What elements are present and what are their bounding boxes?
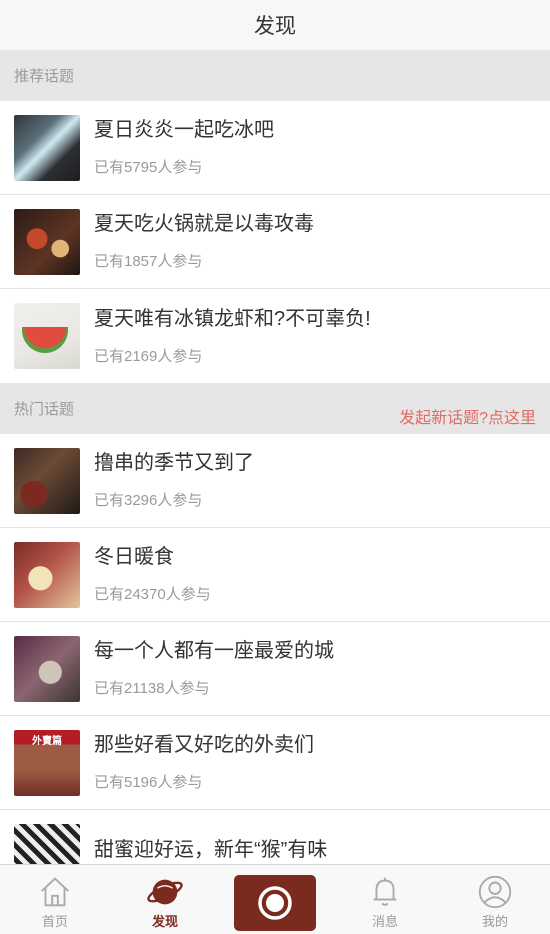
topic-item[interactable]: 夏天吃火锅就是以毒攻毒 已有1857人参与	[0, 195, 550, 289]
topic-thumbnail	[14, 114, 80, 181]
topic-thumbnail	[14, 303, 80, 369]
user-icon	[478, 875, 512, 909]
tab-camera[interactable]	[220, 865, 330, 934]
topic-item[interactable]: 夏天唯有冰镇龙虾和?不可辜负! 已有2169人参与	[0, 289, 550, 383]
topic-participant-count: 已有2169人参与	[94, 347, 203, 365]
topic-thumbnail	[14, 635, 80, 702]
topic-thumbnail	[14, 208, 80, 275]
recommended-section-header: 推荐话题	[0, 50, 550, 101]
camera-icon	[258, 886, 292, 920]
recommended-topic-list: 夏日炎炎一起吃冰吧 已有5795人参与 夏天吃火锅就是以毒攻毒 已有1857人参…	[0, 101, 550, 383]
bottom-tab-bar: 首页 发现 消息 我的	[0, 864, 550, 934]
tab-discover-label: 发现	[151, 914, 178, 929]
page-title: 发现	[254, 15, 296, 38]
topic-thumbnail	[14, 541, 80, 608]
tab-messages-label: 消息	[371, 914, 398, 929]
topic-title: 那些好看又好吃的外卖们	[94, 734, 314, 756]
planet-icon	[147, 879, 183, 905]
topic-title: 甜蜜迎好运，新年“猴”有味	[94, 839, 328, 861]
camera-button[interactable]	[234, 875, 316, 931]
topic-participant-count: 已有24370人参与	[94, 586, 211, 603]
topic-title: 撸串的季节又到了	[94, 452, 254, 474]
recommended-label: 推荐话题	[14, 68, 75, 85]
topic-participant-count: 已有3296人参与	[94, 492, 203, 509]
tab-home[interactable]: 首页	[0, 865, 110, 934]
topic-title: 夏日炎炎一起吃冰吧	[94, 119, 274, 141]
topic-title: 冬日暖食	[94, 546, 174, 568]
topic-participant-count: 已有5795人参与	[94, 159, 203, 176]
tab-home-label: 首页	[41, 914, 68, 929]
thumbnail-caption: 外賣篇	[32, 735, 62, 747]
topic-item[interactable]: 外賣篇 那些好看又好吃的外卖们 已有5196人参与	[0, 716, 550, 810]
hot-section-header: 热门话题 发起新话题?点这里	[0, 383, 550, 434]
tab-mine[interactable]: 我的	[440, 865, 550, 934]
tab-discover[interactable]: 发现	[110, 865, 220, 934]
new-topic-link[interactable]: 发起新话题?点这里	[399, 404, 536, 428]
topic-title: 每一个人都有一座最爱的城	[94, 640, 334, 662]
topic-item[interactable]: 夏日炎炎一起吃冰吧 已有5795人参与	[0, 101, 550, 195]
bell-icon	[373, 877, 397, 906]
topic-title: 夏天唯有冰镇龙虾和?不可辜负!	[94, 307, 371, 330]
topic-title: 夏天吃火锅就是以毒攻毒	[94, 213, 314, 235]
hot-topic-list: 撸串的季节又到了 已有3296人参与 冬日暖食 已有24370人参与 每一个人都…	[0, 434, 550, 904]
topic-thumbnail	[14, 447, 80, 514]
hot-label: 热门话题	[14, 401, 75, 418]
topic-participant-count: 已有5196人参与	[94, 774, 203, 791]
page-header: 发现	[0, 0, 550, 50]
topic-participant-count: 已有21138人参与	[94, 680, 210, 697]
topic-thumbnail: 外賣篇	[14, 729, 80, 796]
topic-item[interactable]: 冬日暖食 已有24370人参与	[0, 528, 550, 622]
topic-item[interactable]: 每一个人都有一座最爱的城 已有21138人参与	[0, 622, 550, 716]
topic-item[interactable]: 撸串的季节又到了 已有3296人参与	[0, 434, 550, 528]
tab-messages[interactable]: 消息	[330, 865, 440, 934]
home-icon	[41, 877, 69, 907]
topic-participant-count: 已有1857人参与	[94, 253, 203, 270]
tab-mine-label: 我的	[481, 914, 508, 929]
